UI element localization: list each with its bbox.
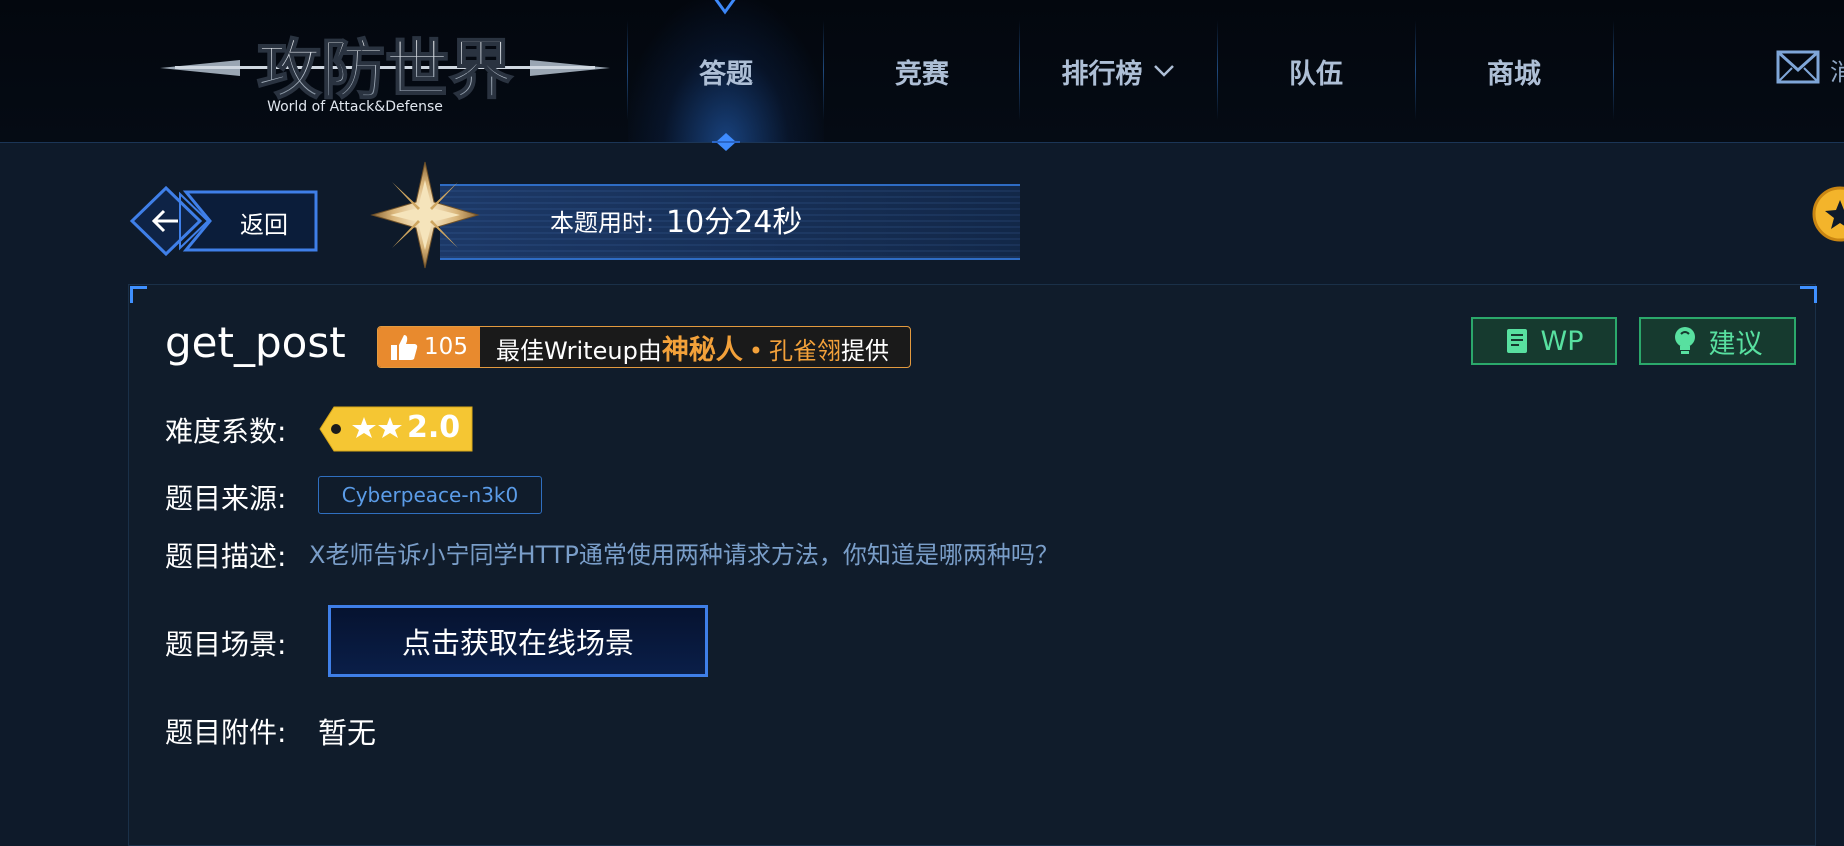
- writeup-prefix: 最佳Writeup由: [496, 336, 662, 365]
- source-value: Cyberpeace-n3k0: [341, 483, 519, 507]
- nav-team[interactable]: 队伍: [1218, 0, 1414, 142]
- nav-competition[interactable]: 竞赛: [824, 0, 1020, 142]
- description-text: X老师告诉小宁同学HTTP通常使用两种请求方法，你知道是哪两种吗？: [309, 541, 1059, 569]
- writeup-author[interactable]: 神秘人: [662, 335, 743, 366]
- site-logo[interactable]: 攻防世界 World of Attack&Defense: [155, 18, 615, 118]
- writeup-author-sub[interactable]: 孔雀翎: [769, 337, 841, 365]
- panel-corner-top-right: [1800, 286, 1817, 303]
- writeup-suffix: 提供: [840, 336, 889, 365]
- attachment-label: 题目附件:: [165, 716, 287, 749]
- difficulty-label: 难度系数:: [165, 415, 287, 448]
- wp-button-label: WP: [1540, 325, 1584, 357]
- svg-text:攻防世界: 攻防世界: [257, 34, 513, 108]
- mail-icon[interactable]: [1776, 50, 1820, 84]
- suggestion-button[interactable]: 建议: [1639, 317, 1796, 365]
- nav-shop-label: 商城: [1487, 58, 1541, 90]
- difficulty-value: 2.0: [407, 410, 461, 445]
- medal-icon[interactable]: [1806, 186, 1844, 246]
- nav-shop[interactable]: 商城: [1416, 0, 1612, 142]
- description-label: 题目描述:: [165, 540, 287, 573]
- nav-answer-label: 答题: [699, 58, 753, 90]
- writeup-text: 最佳Writeup由神秘人 • 孔雀翎提供: [496, 328, 889, 367]
- timer-value: 10分24秒: [666, 205, 803, 240]
- nav-ranking-label: 排行榜: [1061, 58, 1143, 90]
- writeup-banner[interactable]: 105 最佳Writeup由神秘人 • 孔雀翎提供: [377, 326, 911, 368]
- writeup-dot: •: [748, 336, 763, 365]
- nav-answer[interactable]: 答题: [628, 0, 824, 142]
- panel-corner-top-left: [130, 286, 147, 303]
- back-button[interactable]: [128, 186, 318, 256]
- get-scene-button-label: 点击获取在线场景: [401, 626, 634, 660]
- source-tag[interactable]: Cyberpeace-n3k0: [318, 476, 542, 514]
- thumbs-up-icon: [391, 335, 418, 360]
- nav-competition-label: 竞赛: [895, 58, 949, 90]
- nav-team-label: 队伍: [1289, 58, 1343, 90]
- wp-button[interactable]: WP: [1471, 317, 1617, 365]
- get-scene-button[interactable]: 点击获取在线场景: [328, 605, 708, 677]
- source-label: 题目来源:: [165, 482, 287, 515]
- mail-label[interactable]: 消: [1830, 52, 1844, 87]
- lightbulb-icon: [1674, 327, 1695, 354]
- like-count: 105: [424, 334, 468, 360]
- challenge-title: get_post: [165, 318, 346, 367]
- nav-ranking[interactable]: 排行榜: [1020, 0, 1216, 142]
- top-navigation-bar: 攻防世界 World of Attack&Defense 答题 竞赛 排行榜 队…: [0, 0, 1844, 151]
- svg-text:World of Attack&Defense: World of Attack&Defense: [267, 99, 443, 115]
- active-indicator-bottom-icon: [712, 133, 740, 151]
- star-emblem-icon: [370, 161, 480, 269]
- suggestion-button-label: 建议: [1708, 328, 1763, 360]
- attachment-value: 暂无: [318, 716, 377, 750]
- back-button-label[interactable]: 返回: [240, 205, 288, 240]
- chevron-down-icon: [1153, 65, 1174, 77]
- timer-label: 本题用时:: [550, 209, 655, 237]
- scene-label: 题目场景:: [165, 628, 287, 661]
- like-counter[interactable]: 105: [378, 327, 480, 367]
- document-icon: [1506, 329, 1527, 353]
